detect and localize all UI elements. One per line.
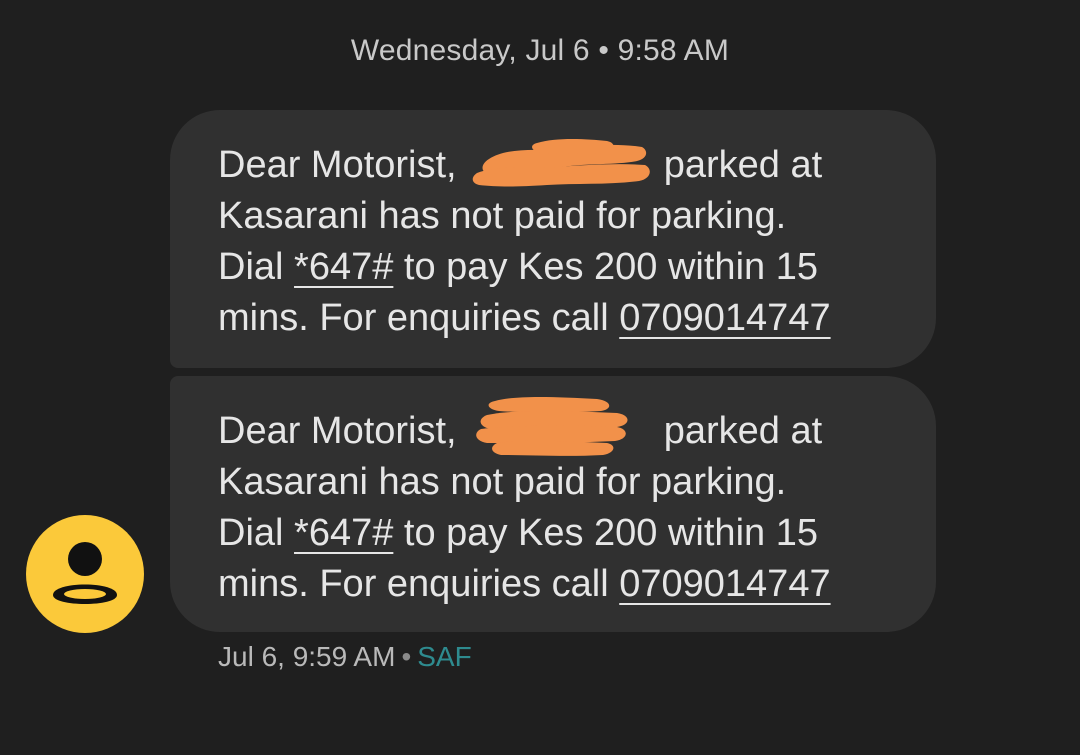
message-text: mins. For enquiries call (218, 563, 609, 605)
message-line: Dear Motorist, parked at (218, 139, 896, 191)
message-text: Dear Motorist, (218, 410, 457, 452)
conversation-view: Wednesday, Jul 6 • 9:58 AM Dear Motorist… (0, 0, 1080, 755)
message-line: Dial *647# to pay Kes 200 within 15 (218, 508, 896, 559)
ussd-code-link[interactable]: *647# (294, 246, 393, 288)
meta-separator: • (401, 641, 412, 672)
message-text: Dial (218, 246, 284, 288)
message-text: Dial (218, 512, 284, 554)
message-text: to pay Kes 200 within 15 (403, 246, 818, 288)
message-text: to pay Kes 200 within 15 (403, 512, 818, 554)
message-line: mins. For enquiries call 0709014747 (218, 293, 896, 344)
message-line: mins. For enquiries call 0709014747 (218, 559, 896, 610)
redaction-mark (467, 397, 649, 456)
message-line: Dial *647# to pay Kes 200 within 15 (218, 242, 896, 293)
ussd-code-link[interactable]: *647# (294, 512, 393, 554)
message-text: Dear Motorist, (218, 144, 457, 186)
message-bubble[interactable]: Dear Motorist, parked at Kasarani has no… (170, 376, 936, 632)
message-meta: Jul 6, 9:59 AM • SAF (218, 641, 472, 673)
redaction-mark (467, 139, 650, 187)
message-text: parked at (663, 144, 823, 186)
message-line: Dear Motorist, parked at (218, 397, 896, 457)
message-text: mins. For enquiries call (218, 297, 609, 339)
phone-number-link[interactable]: 0709014747 (619, 297, 830, 339)
message-timestamp: Jul 6, 9:59 AM (218, 641, 396, 672)
sender-label: SAF (417, 641, 472, 672)
person-icon (53, 542, 117, 604)
sender-avatar[interactable] (26, 515, 144, 633)
phone-number-link[interactable]: 0709014747 (619, 563, 830, 605)
date-header: Wednesday, Jul 6 • 9:58 AM (350, 34, 730, 67)
message-bubble[interactable]: Dear Motorist, parked at Kasarani has no… (170, 110, 936, 368)
message-text: parked at (663, 410, 823, 452)
